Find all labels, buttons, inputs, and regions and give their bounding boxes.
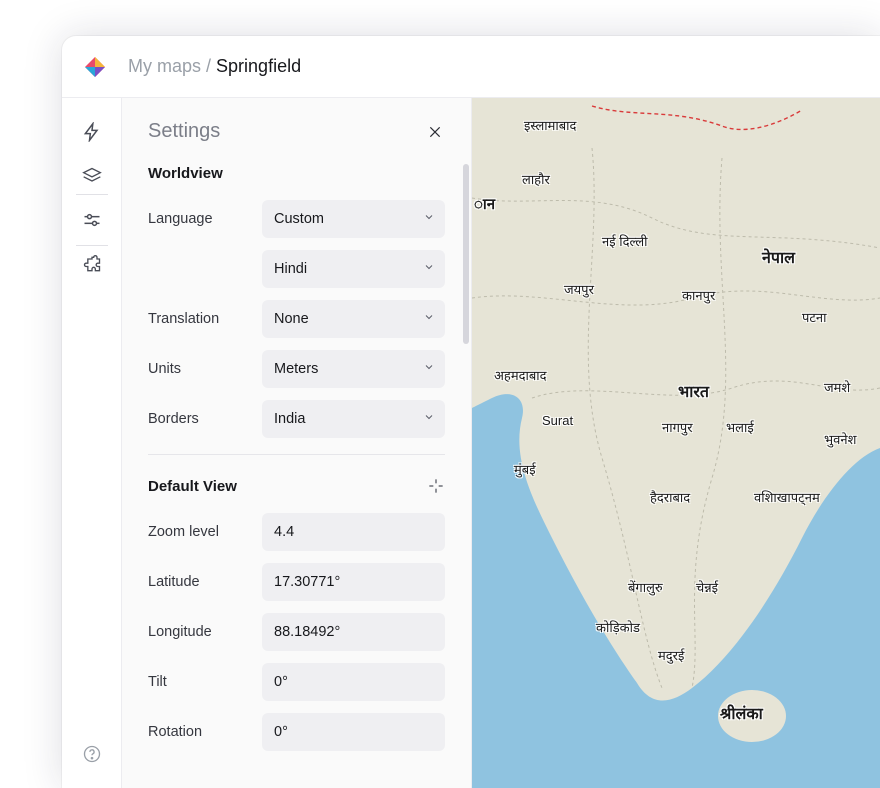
longitude-input[interactable]: 88.18492° bbox=[262, 613, 445, 651]
translation-label: Translation bbox=[148, 311, 254, 327]
nav-help[interactable] bbox=[72, 734, 112, 774]
settings-panel: Settings Worldview Language Custom Hindi bbox=[122, 98, 472, 788]
zoom-label: Zoom level bbox=[148, 524, 254, 540]
borders-value: India bbox=[274, 411, 305, 427]
sliders-icon bbox=[82, 210, 102, 230]
field-longitude: Longitude 88.18492° bbox=[148, 613, 445, 651]
map-canvas[interactable]: इस्लामाबादलाहौराननई दिल्लीनेपालजयपुरकानप… bbox=[472, 98, 880, 788]
latitude-input[interactable]: 17.30771° bbox=[262, 563, 445, 601]
chevron-down-icon bbox=[423, 211, 435, 227]
divider bbox=[148, 454, 445, 455]
close-panel-button[interactable] bbox=[425, 122, 445, 142]
section-defaultview-heading: Default View bbox=[148, 478, 237, 495]
rotation-label: Rotation bbox=[148, 724, 254, 740]
header: My maps / Springfield bbox=[62, 36, 880, 98]
units-value: Meters bbox=[274, 361, 318, 377]
units-select[interactable]: Meters bbox=[262, 350, 445, 388]
language-sub-value: Hindi bbox=[274, 261, 307, 277]
latitude-label: Latitude bbox=[148, 574, 254, 590]
tilt-input[interactable]: 0° bbox=[262, 663, 445, 701]
section-defaultview-heading-row: Default View bbox=[148, 477, 445, 495]
breadcrumb-current: Springfield bbox=[216, 56, 301, 76]
body: Settings Worldview Language Custom Hindi bbox=[62, 98, 880, 788]
field-zoom: Zoom level 4.4 bbox=[148, 513, 445, 551]
layers-icon bbox=[82, 166, 102, 186]
breadcrumb[interactable]: My maps / Springfield bbox=[128, 56, 301, 77]
language-label: Language bbox=[148, 211, 254, 227]
longitude-label: Longitude bbox=[148, 624, 254, 640]
close-icon bbox=[427, 124, 443, 140]
field-borders: Borders India bbox=[148, 400, 445, 438]
chevron-down-icon bbox=[423, 361, 435, 377]
app-logo bbox=[82, 54, 108, 80]
app-frame: My maps / Springfield Setti bbox=[62, 36, 880, 788]
landmass bbox=[472, 98, 880, 788]
field-tilt: Tilt 0° bbox=[148, 663, 445, 701]
tilt-label: Tilt bbox=[148, 674, 254, 690]
field-rotation: Rotation 0° bbox=[148, 713, 445, 751]
recenter-button[interactable] bbox=[427, 477, 445, 495]
nav-layers[interactable] bbox=[72, 156, 112, 196]
borders-select[interactable]: India bbox=[262, 400, 445, 438]
panel-scrollbar[interactable] bbox=[463, 164, 469, 344]
language-value: Custom bbox=[274, 211, 324, 227]
units-label: Units bbox=[148, 361, 254, 377]
panel-title: Settings bbox=[148, 120, 220, 143]
language-select[interactable]: Custom bbox=[262, 200, 445, 238]
chevron-down-icon bbox=[423, 261, 435, 277]
crosshair-icon bbox=[428, 478, 444, 494]
help-icon bbox=[82, 744, 102, 764]
borders-label: Borders bbox=[148, 411, 254, 427]
chevron-down-icon bbox=[423, 411, 435, 427]
section-worldview-heading: Worldview bbox=[148, 165, 445, 182]
chevron-down-icon bbox=[423, 311, 435, 327]
zoom-input[interactable]: 4.4 bbox=[262, 513, 445, 551]
field-language: Language Custom bbox=[148, 200, 445, 238]
vertical-nav bbox=[62, 98, 122, 788]
puzzle-icon bbox=[82, 254, 102, 274]
translation-value: None bbox=[274, 311, 309, 327]
nav-bolt[interactable] bbox=[72, 112, 112, 152]
rotation-input[interactable]: 0° bbox=[262, 713, 445, 751]
breadcrumb-root[interactable]: My maps bbox=[128, 56, 201, 76]
nav-settings[interactable] bbox=[72, 200, 112, 240]
field-language-sub: Hindi bbox=[148, 250, 445, 288]
field-translation: Translation None bbox=[148, 300, 445, 338]
bolt-icon bbox=[82, 122, 102, 142]
nav-plugins[interactable] bbox=[72, 244, 112, 284]
field-latitude: Latitude 17.30771° bbox=[148, 563, 445, 601]
breadcrumb-sep: / bbox=[201, 56, 216, 76]
translation-select[interactable]: None bbox=[262, 300, 445, 338]
language-sub-select[interactable]: Hindi bbox=[262, 250, 445, 288]
field-units: Units Meters bbox=[148, 350, 445, 388]
